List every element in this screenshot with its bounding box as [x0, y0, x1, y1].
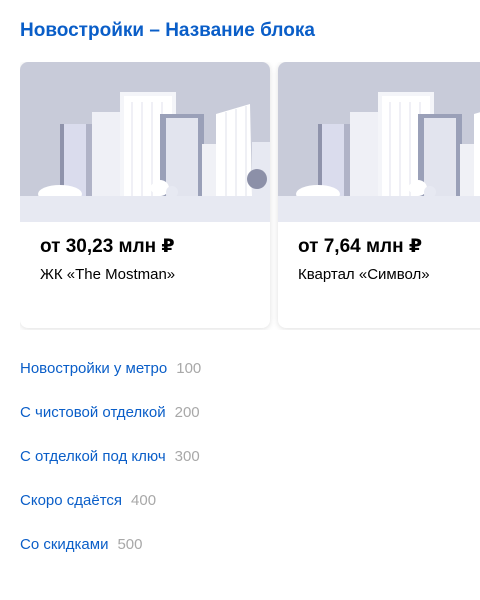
quick-link-label[interactable]: Новостройки у метро: [20, 360, 167, 377]
city-skyline-illustration: [20, 62, 270, 222]
complex-card[interactable]: от 7,64 млн ₽ Квартал «Символ»: [278, 62, 480, 328]
city-skyline-illustration: [278, 62, 480, 222]
quick-link-metro[interactable]: Новостройки у метро 100: [20, 360, 201, 404]
card-name[interactable]: ЖК «The Mostman»: [40, 266, 175, 283]
quick-link-discounts[interactable]: Со скидками 500: [20, 536, 201, 580]
quick-links: Новостройки у метро 100 С чистовой отделк…: [20, 360, 201, 580]
quick-link-finishing[interactable]: С чистовой отделкой 200: [20, 404, 201, 448]
quick-link-soon[interactable]: Скоро сдаётся 400: [20, 492, 201, 536]
quick-link-count: 100: [176, 360, 202, 377]
quick-link-label[interactable]: Со скидками: [20, 536, 108, 553]
quick-link-turnkey[interactable]: С отделкой под ключ 300: [20, 448, 201, 492]
block-title[interactable]: Новостройки – Название блока: [20, 20, 315, 42]
quick-link-label[interactable]: С чистовой отделкой: [20, 404, 166, 421]
quick-link-count: 500: [117, 536, 143, 553]
quick-link-count: 300: [174, 448, 200, 465]
complex-carousel[interactable]: от 30,23 млн ₽ ЖК «The Mostman» от 7,64 …: [20, 62, 480, 330]
card-price: от 7,64 млн ₽: [298, 236, 423, 257]
card-price: от 30,23 млн ₽: [40, 236, 175, 257]
quick-link-label[interactable]: Скоро сдаётся: [20, 492, 122, 509]
quick-link-count: 200: [174, 404, 200, 421]
quick-link-label[interactable]: С отделкой под ключ: [20, 448, 166, 465]
quick-link-count: 400: [131, 492, 157, 509]
complex-card[interactable]: от 30,23 млн ₽ ЖК «The Mostman»: [20, 62, 270, 328]
card-name[interactable]: Квартал «Символ»: [298, 266, 430, 283]
